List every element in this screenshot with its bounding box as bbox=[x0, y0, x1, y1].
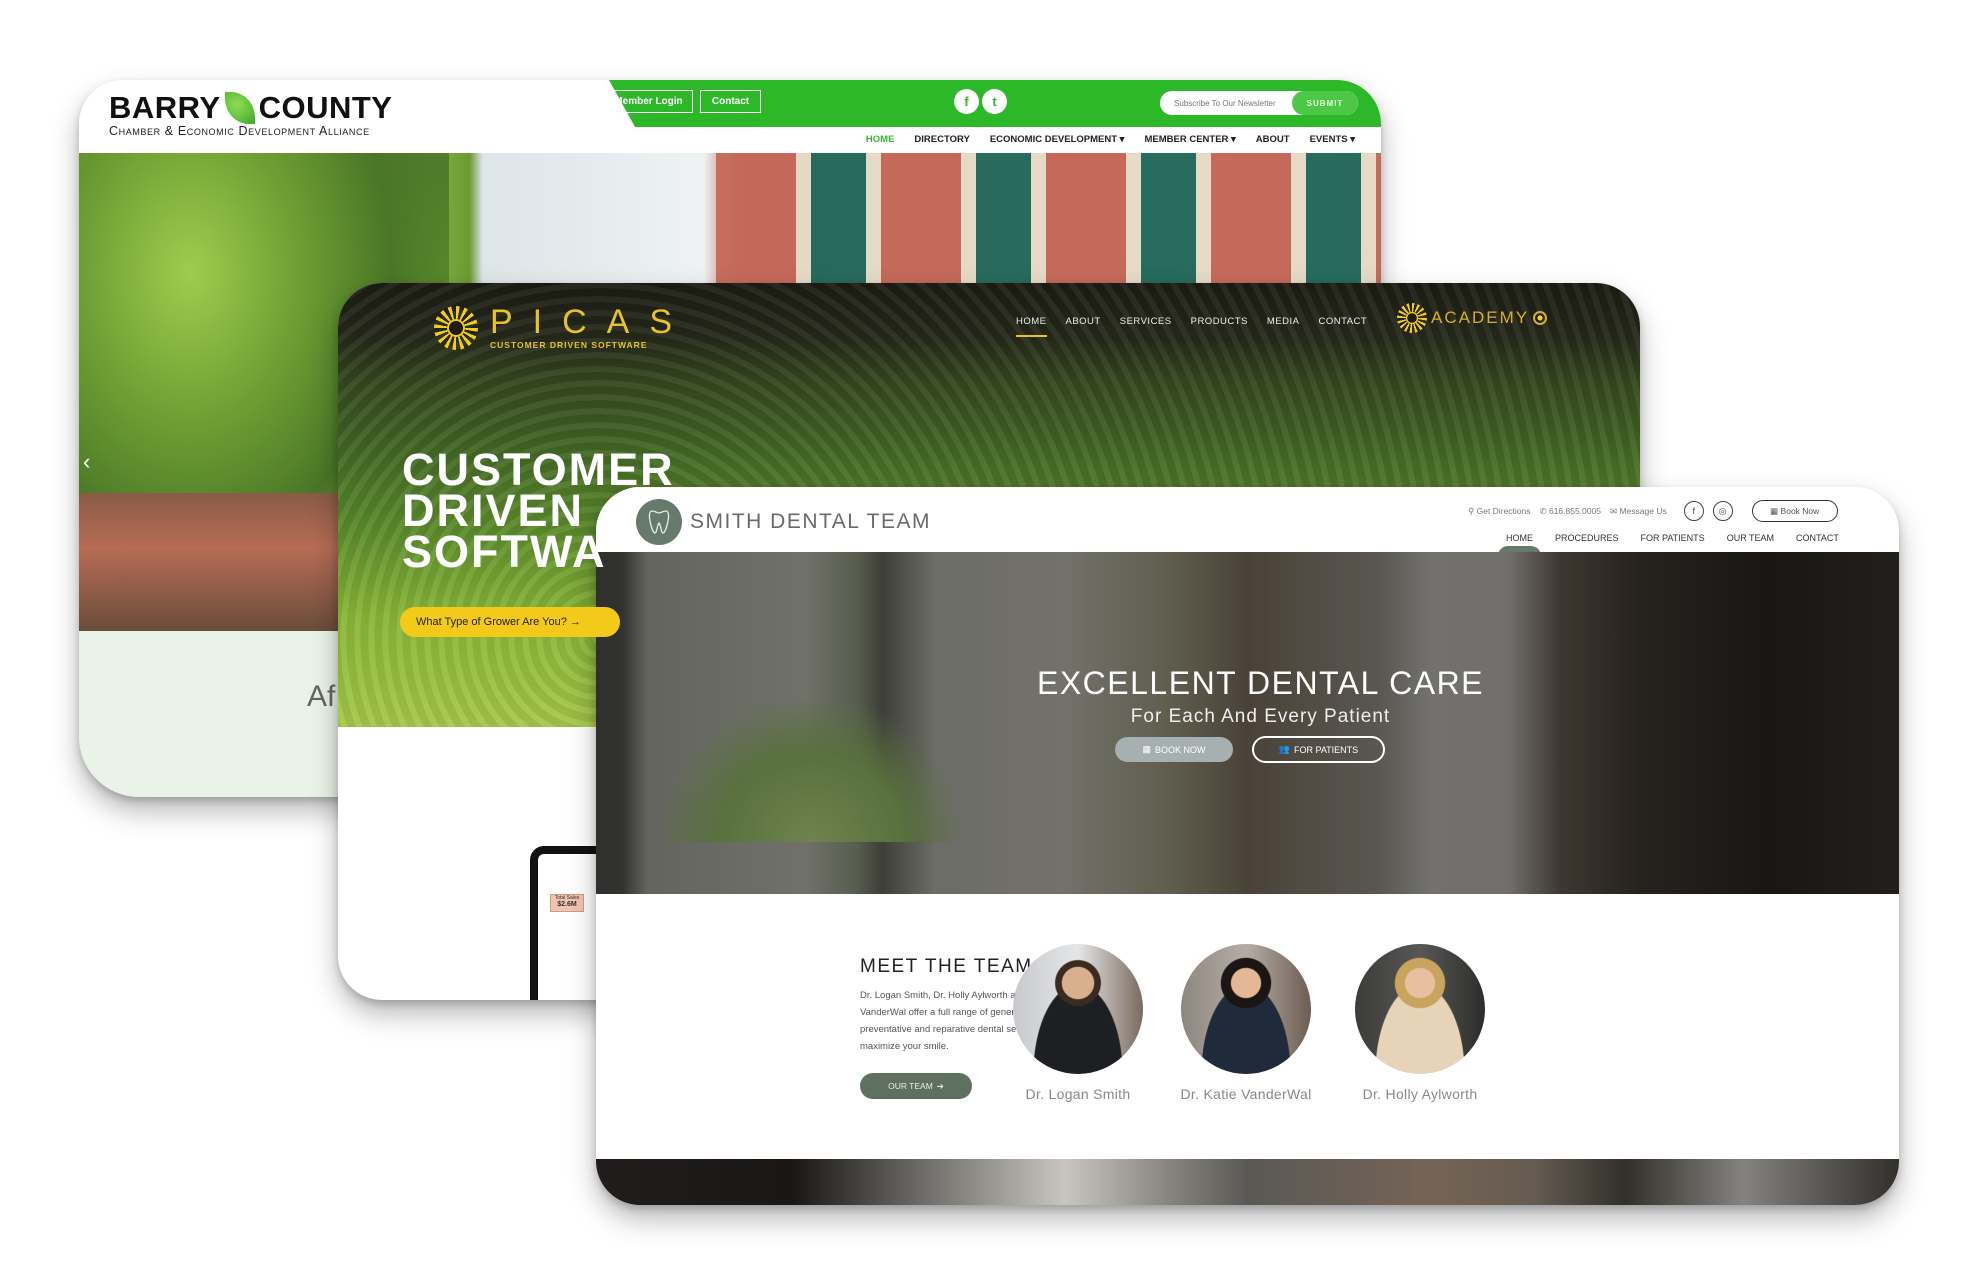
leaf-icon bbox=[224, 92, 255, 124]
nav-directory[interactable]: DIRECTORY bbox=[914, 134, 969, 145]
utility-bar: ⚲ Get Directions ✆ 616.855.0005 ✉ Messag… bbox=[1468, 500, 1838, 522]
logo-title: SMITH DENTAL TEAM bbox=[690, 510, 931, 533]
hero-image: EXCELLENT DENTAL CARE For Each And Every… bbox=[596, 552, 1899, 894]
nav-procedures[interactable]: PROCEDURES bbox=[1555, 533, 1619, 543]
nav-about[interactable]: ABOUT bbox=[1256, 134, 1290, 145]
join-today-button[interactable]: Join Today bbox=[526, 90, 595, 113]
nav-home[interactable]: HOME bbox=[1498, 533, 1541, 556]
avatar bbox=[1355, 944, 1485, 1074]
calendar-icon: ▦ bbox=[1770, 505, 1779, 516]
team-member[interactable]: Dr. Logan Smith bbox=[1003, 944, 1153, 1102]
logo-word-right: COUNTY bbox=[258, 90, 393, 125]
footer-banner-image bbox=[596, 1159, 1899, 1205]
nav-home[interactable]: HOME bbox=[866, 134, 895, 145]
users-icon: 👥 bbox=[1278, 744, 1291, 754]
arrow-right-icon: ➔ bbox=[936, 1080, 944, 1091]
hero-book-now-button[interactable]: ▦ BOOK NOW bbox=[1115, 737, 1233, 762]
hero-subtitle: For Each And Every Patient bbox=[1130, 706, 1391, 727]
book-now-label: Book Now bbox=[1780, 506, 1820, 516]
newsletter-form: SUBMIT bbox=[1160, 91, 1358, 115]
instagram-icon[interactable]: ◎ bbox=[1712, 501, 1733, 521]
hero-book-now-label: BOOK NOW bbox=[1155, 744, 1206, 755]
avatar bbox=[1013, 944, 1143, 1074]
nav-products[interactable]: PRODUCTS bbox=[1191, 316, 1248, 337]
our-team-label: OUR TEAM bbox=[888, 1081, 933, 1091]
member-login-button[interactable]: Member Login bbox=[604, 90, 693, 113]
sunburst-icon bbox=[1397, 303, 1427, 333]
team-member[interactable]: Dr. Holly Aylworth bbox=[1345, 944, 1495, 1102]
message-us-label: Message Us bbox=[1619, 505, 1667, 516]
member-name: Dr. Katie VanderWal bbox=[1180, 1086, 1312, 1102]
headline-line: CUSTOMER bbox=[402, 444, 675, 495]
map-pin-icon: ⚲ bbox=[1468, 505, 1475, 516]
phone-link[interactable]: ✆ 616.855.0005 bbox=[1539, 506, 1601, 517]
academy-badge-icon bbox=[1533, 311, 1548, 325]
get-directions-label: Get Directions bbox=[1476, 505, 1531, 516]
hero-for-patients-label: FOR PATIENTS bbox=[1294, 744, 1359, 755]
logo-subtitle: Chamber & Economic Development Alliance bbox=[109, 124, 370, 138]
nav-contact[interactable]: CONTACT bbox=[1319, 316, 1368, 337]
get-directions-link[interactable]: ⚲ Get Directions bbox=[1468, 506, 1530, 517]
avatar bbox=[1181, 944, 1311, 1074]
headline-line: SOFTWA bbox=[402, 526, 607, 577]
logo-tagline: CUSTOMER DRIVEN SOFTWARE bbox=[490, 340, 648, 350]
member-name: Dr. Logan Smith bbox=[1025, 1086, 1131, 1102]
nav-member-center[interactable]: MEMBER CENTER ▾ bbox=[1144, 134, 1235, 145]
facebook-icon[interactable]: f bbox=[954, 89, 979, 114]
headline-line: DRIVEN bbox=[402, 485, 585, 536]
facebook-icon[interactable]: f bbox=[1683, 501, 1704, 521]
section-heading-fragment: Af bbox=[307, 680, 336, 713]
smith-dental-logo[interactable]: SMITH DENTAL TEAM bbox=[636, 499, 931, 545]
phone-icon: ✆ bbox=[1539, 505, 1547, 516]
nav-media[interactable]: MEDIA bbox=[1267, 316, 1300, 337]
newsletter-email-input[interactable] bbox=[1160, 91, 1290, 115]
twitter-icon[interactable]: t bbox=[982, 89, 1007, 114]
team-member[interactable]: Dr. Katie VanderWal bbox=[1171, 944, 1321, 1102]
main-nav: HOME ABOUT SERVICES PRODUCTS MEDIA CONTA… bbox=[1016, 316, 1367, 337]
nav-home[interactable]: HOME bbox=[1016, 316, 1047, 337]
logo-title: PICAS bbox=[490, 303, 693, 341]
newsletter-submit-button[interactable]: SUBMIT bbox=[1292, 91, 1358, 115]
building-image bbox=[716, 153, 1381, 293]
nav-about[interactable]: ABOUT bbox=[1066, 316, 1101, 337]
smith-dental-website-card: SMITH DENTAL TEAM ⚲ Get Directions ✆ 616… bbox=[596, 487, 1899, 1205]
academy-link[interactable]: ACADEMY bbox=[1397, 303, 1548, 333]
logo-word-left: BARRY bbox=[109, 90, 221, 125]
barry-county-logo[interactable]: BARRY COUNTY Chamber & Economic Developm… bbox=[109, 90, 392, 138]
envelope-icon: ✉ bbox=[1609, 505, 1618, 516]
kpi-value: $2.6M bbox=[557, 901, 577, 908]
sunburst-logo-icon bbox=[434, 305, 478, 350]
our-team-button[interactable]: OUR TEAM ➔ bbox=[860, 1073, 972, 1099]
phone-number: 616.855.0005 bbox=[1548, 505, 1601, 516]
nav-economic-development[interactable]: ECONOMIC DEVELOPMENT ▾ bbox=[990, 134, 1125, 145]
hero-title: EXCELLENT DENTAL CARE bbox=[1036, 665, 1485, 701]
nav-events[interactable]: EVENTS ▾ bbox=[1310, 134, 1355, 145]
nav-contact[interactable]: CONTACT bbox=[1796, 533, 1839, 543]
kpi-tile: Total Sales $2.6M bbox=[550, 894, 584, 912]
nav-our-team[interactable]: OUR TEAM bbox=[1727, 533, 1774, 543]
calendar-icon: ▦ bbox=[1142, 744, 1151, 754]
contact-button[interactable]: Contact bbox=[700, 90, 761, 113]
book-now-button[interactable]: ▦ Book Now bbox=[1751, 500, 1838, 522]
carousel-prev-icon[interactable]: ‹ bbox=[83, 449, 90, 475]
nav-for-patients[interactable]: FOR PATIENTS bbox=[1641, 533, 1705, 543]
academy-label: ACADEMY bbox=[1431, 308, 1530, 327]
member-name: Dr. Holly Aylworth bbox=[1362, 1086, 1478, 1102]
main-nav: HOME DIRECTORY ECONOMIC DEVELOPMENT ▾ ME… bbox=[866, 134, 1355, 145]
message-us-link[interactable]: ✉ Message Us bbox=[1610, 506, 1667, 517]
picas-logo[interactable]: PICAS CUSTOMER DRIVEN SOFTWARE bbox=[434, 305, 692, 350]
main-nav: HOME PROCEDURES FOR PATIENTS OUR TEAM CO… bbox=[1498, 533, 1839, 556]
hero-for-patients-button[interactable]: 👥 FOR PATIENTS bbox=[1252, 736, 1385, 763]
hero-headline: CUSTOMER DRIVEN SOFTWA bbox=[402, 444, 675, 577]
nav-services[interactable]: SERVICES bbox=[1120, 316, 1172, 337]
grower-type-button[interactable]: What Type of Grower Are You? → bbox=[400, 607, 620, 637]
